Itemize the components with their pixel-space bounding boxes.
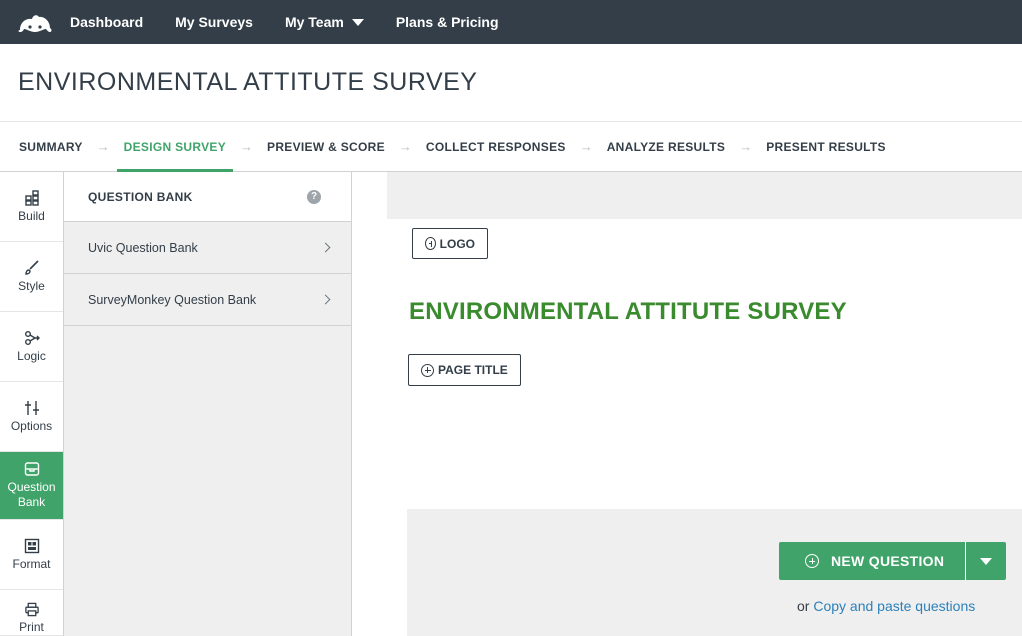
new-question-button-group: NEW QUESTION [779, 542, 1006, 580]
new-question-dropdown[interactable] [965, 542, 1006, 580]
chevron-down-icon [351, 18, 364, 26]
canvas-top-band [387, 172, 1022, 219]
add-logo-button[interactable]: LOGO [412, 228, 488, 259]
rail-build[interactable]: Build [0, 172, 63, 242]
survey-title[interactable]: ENVIRONMENTAL ATTITUTE SURVEY [409, 298, 847, 326]
new-question-button[interactable]: NEW QUESTION [779, 542, 965, 580]
top-nav: Dashboard My Surveys My Team Plans & Pri… [0, 0, 1022, 44]
nav-dashboard-label: Dashboard [70, 14, 144, 30]
rail-question-bank[interactable]: Question Bank [0, 452, 63, 520]
step-design-survey[interactable]: DESIGN SURVEY [116, 122, 234, 172]
build-icon [24, 189, 39, 206]
arrow-right-icon: → [240, 139, 254, 154]
nav-my-surveys-label: My Surveys [175, 14, 253, 30]
chevron-down-icon [980, 557, 992, 565]
rail-style-label: Style [18, 278, 45, 293]
rail-options-label: Options [10, 418, 53, 433]
add-page-title-label: PAGE TITLE [438, 363, 508, 377]
rail-style[interactable]: Style [0, 242, 63, 312]
arrow-right-icon: → [398, 139, 412, 154]
nav-my-surveys[interactable]: My Surveys [175, 14, 253, 30]
surveymonkey-logo-icon[interactable] [0, 0, 70, 44]
bank-item-label: SurveyMonkey Question Bank [88, 292, 257, 307]
rail-logic[interactable]: Logic [0, 312, 63, 382]
new-question-label: NEW QUESTION [831, 553, 945, 569]
rail-question-bank-label: Question Bank [7, 480, 56, 509]
logic-icon [24, 330, 40, 345]
rail-logic-label: Logic [17, 348, 46, 363]
bank-item-label: Uvic Question Bank [88, 240, 198, 255]
copy-paste-questions-link[interactable]: Copy and paste questions [813, 598, 975, 614]
add-page-title-button[interactable]: PAGE TITLE [408, 354, 521, 386]
panel-title: QUESTION BANK [88, 189, 193, 204]
arrow-right-icon: → [96, 139, 110, 154]
brush-icon [24, 259, 39, 275]
paste-questions-line: or Copy and paste questions [797, 598, 975, 614]
rail-options[interactable]: Options [0, 382, 63, 452]
bank-item-surveymonkey[interactable]: SurveyMonkey Question Bank [64, 274, 351, 326]
step-summary[interactable]: SUMMARY [19, 122, 83, 172]
step-preview-score[interactable]: PREVIEW & SCORE [267, 122, 385, 172]
rail-print-label: Print [19, 620, 44, 634]
canvas-gutter [352, 172, 387, 636]
step-collect-responses[interactable]: COLLECT RESPONSES [426, 122, 566, 172]
panel-header: QUESTION BANK ? [64, 172, 351, 222]
print-icon [24, 602, 39, 617]
nav-my-team[interactable]: My Team [285, 14, 364, 30]
bank-item-uvic[interactable]: Uvic Question Bank [64, 222, 351, 274]
arrow-right-icon: → [739, 139, 753, 154]
workflow-steps: SUMMARY → DESIGN SURVEY → PREVIEW & SCOR… [0, 122, 1022, 172]
question-bank-panel: QUESTION BANK ? Uvic Question Bank Surve… [64, 172, 352, 636]
survey-title-heading: ENVIRONMENTAL ATTITUTE SURVEY [18, 68, 478, 96]
rail-format[interactable]: Format [0, 520, 63, 590]
plus-circle-icon [805, 554, 819, 568]
rail-print[interactable]: Print [0, 590, 63, 636]
tool-rail: Build Style Logic Options Question Bank [0, 172, 64, 636]
question-bank-icon [24, 462, 39, 476]
rail-format-label: Format [12, 556, 51, 571]
plus-circle-icon [425, 237, 436, 250]
plus-circle-icon [421, 363, 434, 377]
add-logo-label: LOGO [439, 236, 475, 251]
arrow-right-icon: → [579, 139, 593, 154]
format-icon [24, 538, 39, 553]
step-analyze-results[interactable]: ANALYZE RESULTS [607, 122, 726, 172]
nav-plans-pricing[interactable]: Plans & Pricing [396, 14, 499, 30]
chevron-right-icon [320, 242, 331, 253]
survey-header: ENVIRONMENTAL ATTITUTE SURVEY [0, 44, 1022, 122]
nav-dashboard[interactable]: Dashboard [70, 14, 143, 30]
sliders-icon [24, 400, 39, 415]
rail-build-label: Build [18, 208, 45, 223]
step-present-results[interactable]: PRESENT RESULTS [766, 122, 886, 172]
nav-my-team-label: My Team [284, 14, 344, 30]
nav-plans-pricing-label: Plans & Pricing [395, 14, 499, 30]
help-icon[interactable]: ? [307, 189, 321, 204]
chevron-right-icon [320, 294, 331, 305]
paste-prefix: or [797, 598, 810, 614]
